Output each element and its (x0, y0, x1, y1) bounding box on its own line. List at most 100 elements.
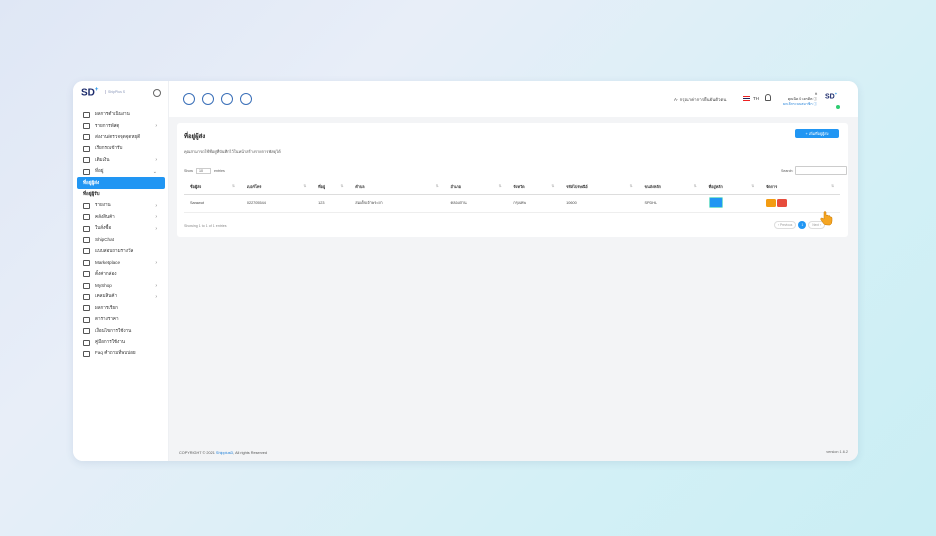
edit-button[interactable] (766, 198, 777, 207)
sidebar-item-7[interactable]: ที่อยู่ผู้รับ (73, 189, 169, 200)
sort-icon[interactable]: ⇅ (499, 184, 502, 188)
sidebar-item-label: เรียกรถเข้ารับ (95, 145, 123, 151)
column-header-label: ชื่อผู้ส่ง (190, 185, 202, 190)
sidebar-item-18[interactable]: ตารางราคา (73, 314, 169, 325)
pointer-hand-icon (820, 211, 833, 226)
set-default-button[interactable] (708, 197, 723, 208)
column-header[interactable]: จัดการ ⇅ (760, 181, 840, 195)
sidebar-item-label: คู่มือการใช้งาน (95, 339, 126, 344)
column-header[interactable]: ตำบล ⇅ (349, 181, 445, 195)
column-header[interactable]: จังหวัด ⇅ (507, 181, 561, 195)
search-label: Search: (781, 169, 794, 173)
folder-icon (83, 202, 90, 209)
column-header-label: เบอร์โทร (246, 185, 262, 190)
sidebar-item-21[interactable]: Faq คำถามที่พบบ่อย (73, 348, 169, 359)
bell-icon[interactable] (765, 94, 771, 101)
thai-flag-icon[interactable] (743, 96, 750, 101)
previous-page-button[interactable]: ‹ Previous (774, 221, 797, 229)
table-row: Sarawut 022705544 123 สมเด็จเจ้าพระยา คลองสา… (184, 194, 840, 213)
book-icon (83, 339, 90, 346)
sidebar-menu: ผลการดำเนินงานรายการพัสดุ › ส่งงาน/ตรวจจุด… (73, 109, 169, 360)
sidebar-item-label: MyShop (95, 283, 112, 289)
chevron-icon: › (155, 157, 157, 164)
sender-address-card: ที่อยู่ผู้ส่ง + เพิ่มที่อยู่ผู้ส่ง คุณสา… (177, 123, 848, 237)
sidebar-item-9[interactable]: คลังสินค้า › (73, 212, 169, 223)
sidebar-item-label: เติมเงิน (95, 156, 110, 162)
sidebar-item-17[interactable]: ผลการเรียก (73, 303, 169, 314)
version-label: version 1.6.2 (826, 450, 848, 454)
column-header[interactable]: ขนส่งหลัก ⇅ (638, 181, 703, 195)
sidebar-item-1[interactable]: รายการพัสดุ › (73, 120, 169, 131)
sidebar-item-20[interactable]: คู่มือการใช้งาน (73, 337, 169, 348)
sidebar-item-6[interactable]: ที่อยู่ผู้ส่ง (77, 177, 165, 189)
cell-address: 123 (312, 194, 350, 213)
logo-row: SD+ ShipPlus S (81, 87, 165, 101)
sidebar-item-label: คลังสินค้า (95, 213, 115, 219)
logo-tag: ShipPlus S (105, 90, 125, 94)
verify-notice[interactable]: A· กรุณาค่าการยืนยันตัวตน (674, 96, 726, 103)
logo[interactable]: SD+ (81, 87, 98, 98)
sort-icon[interactable]: ⇅ (436, 184, 439, 188)
sort-icon[interactable]: ⇅ (694, 184, 697, 188)
sort-icon[interactable]: ⇅ (751, 184, 754, 188)
sidebar-item-14[interactable]: ตั้งค่ากล่อง (73, 268, 169, 279)
column-header[interactable]: เบอร์โทร ⇅ (240, 181, 313, 195)
column-header-label: จัดการ (766, 185, 778, 190)
sort-icon[interactable]: ⇅ (831, 184, 834, 188)
sidebar-item-2[interactable]: ส่งงาน/ตรวจจุดจุดหยุดี (73, 132, 169, 143)
copyright-link[interactable]: ShippiusD (216, 451, 233, 455)
column-header-label: อำเภอ (450, 185, 462, 190)
search-input[interactable] (795, 166, 847, 175)
doc-icon (83, 225, 90, 232)
truck-icon (83, 145, 90, 152)
sidebar-item-19[interactable]: เงื่อนไขการใช้งาน (73, 325, 169, 336)
column-header[interactable]: อำเภอ ⇅ (444, 181, 508, 195)
sidebar-item-4[interactable]: เติมเงิน › (73, 155, 169, 166)
shortcut-truck-icon[interactable] (202, 93, 214, 105)
sidebar-item-3[interactable]: เรียกรถเข้ารับ (73, 143, 169, 154)
sidebar-item-15[interactable]: MyShop › (73, 280, 169, 291)
wallet-icon (83, 157, 90, 164)
chevron-icon: › (155, 225, 157, 232)
shortcut-parcel-icon[interactable] (183, 93, 195, 105)
shortcut-search-icon[interactable] (221, 93, 233, 105)
sidebar-item-10[interactable]: ใบสั่งซื้อ › (73, 223, 169, 234)
column-header[interactable]: ชื่อผู้ส่ง ⇅ (184, 181, 241, 195)
sidebar-item-label: รายการพัสดุ (95, 122, 120, 128)
language-select[interactable]: TH (753, 96, 759, 101)
shortcut-scan-icon[interactable] (240, 93, 252, 105)
entries-select[interactable]: 10 (196, 168, 211, 174)
sidebar-item-5[interactable]: ที่อยู่ ⌄ (73, 166, 169, 177)
map-icon (83, 168, 90, 175)
sidebar-item-13[interactable]: Marketplace › (73, 257, 169, 268)
chevron-icon: › (155, 293, 157, 300)
sidebar-item-label: ผลการดำเนินงาน (95, 111, 130, 117)
cell-subdistrict: สมเด็จเจ้าพระยา (349, 194, 445, 213)
collapse-sidebar-icon[interactable] (153, 89, 161, 97)
sidebar-item-16[interactable]: เคลมสินค้า › (73, 291, 169, 302)
sort-icon[interactable]: ⇅ (630, 184, 633, 188)
sidebar-item-8[interactable]: รายงาน › (73, 200, 169, 211)
doc-icon (83, 248, 90, 255)
sidebar-item-11[interactable]: ShipChat (73, 234, 169, 245)
sort-icon[interactable]: ⇅ (551, 184, 554, 188)
shop-icon (83, 282, 90, 289)
delete-button[interactable] (777, 198, 788, 207)
sidebar-item-0[interactable]: ผลการดำเนินงาน (73, 109, 169, 120)
page-1-button[interactable]: 1 (798, 221, 807, 229)
column-header[interactable]: ที่อยู่ ⇅ (312, 181, 350, 195)
column-header[interactable]: ที่อยู่หลัก ⇅ (702, 181, 761, 195)
sidebar-item-label: ผลการเรียก (95, 304, 118, 310)
sort-icon[interactable]: ⇅ (303, 184, 306, 188)
circle-icon (83, 305, 90, 312)
user-info[interactable]: tt คุณนิด 0 เครดิต ⓘ ยกเลิกระบบสมาชิก ⓘ (783, 92, 817, 107)
avatar[interactable]: SD+ (825, 91, 841, 105)
sort-icon[interactable]: ⇅ (232, 184, 235, 188)
sidebar-item-12[interactable]: แบบสอบถามรางวัล (73, 246, 169, 257)
column-header[interactable]: รหัสไปรษณีย์ ⇅ (560, 181, 639, 195)
chevron-icon: › (155, 123, 157, 130)
sidebar-item-label: ที่อยู่ผู้รับ (83, 190, 100, 196)
sort-icon[interactable]: ⇅ (340, 184, 343, 188)
info-icon (83, 328, 90, 335)
add-sender-address-button[interactable]: + เพิ่มที่อยู่ผู้ส่ง (795, 129, 839, 138)
